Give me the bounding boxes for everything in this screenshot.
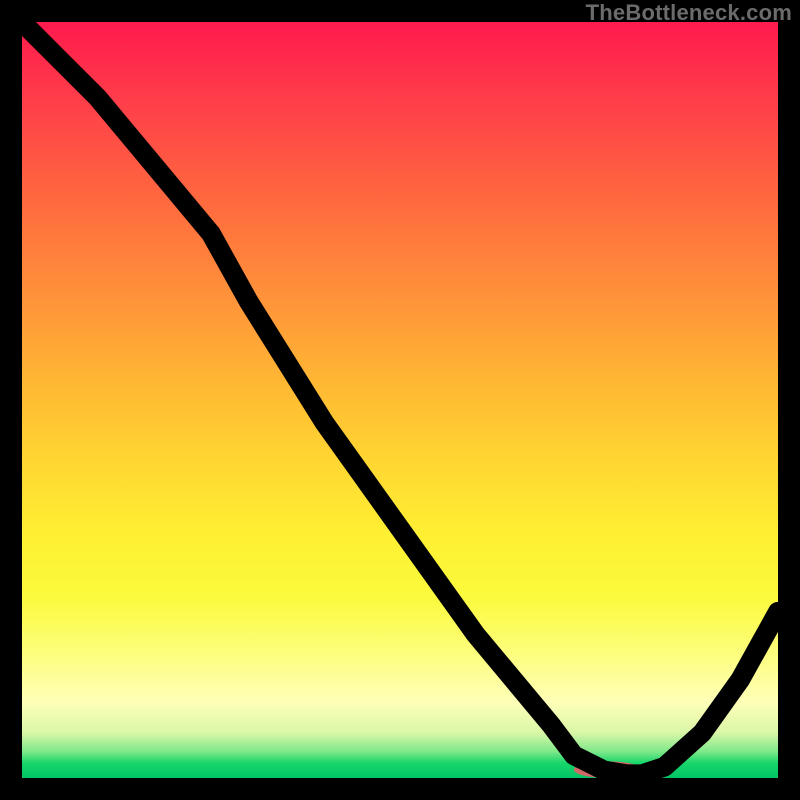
bottleneck-curve xyxy=(22,22,778,774)
chart-svg xyxy=(22,22,778,778)
chart-frame: TheBottleneck.com xyxy=(0,0,800,800)
attribution-text: TheBottleneck.com xyxy=(586,0,792,26)
plot-area xyxy=(22,22,778,778)
